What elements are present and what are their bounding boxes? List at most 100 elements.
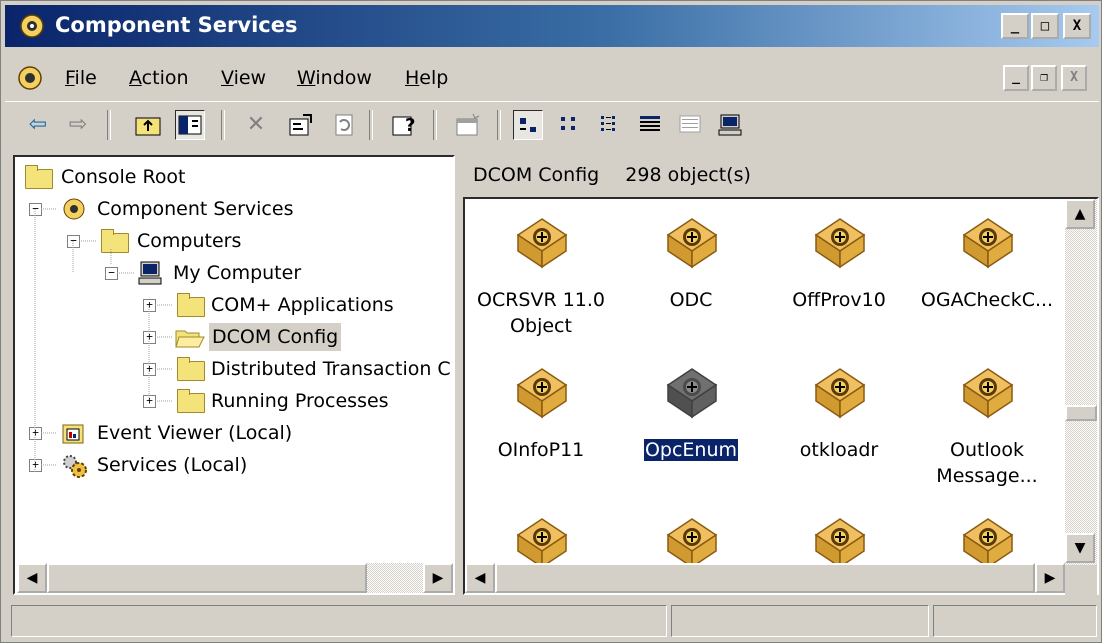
expand-icon[interactable]: + (29, 459, 42, 472)
tree-item-label: Distributed Transaction C (211, 358, 451, 380)
minimize-button[interactable]: _ (1001, 13, 1029, 39)
detail-view-icon[interactable] (635, 110, 665, 140)
refresh-icon[interactable] (329, 110, 359, 140)
up-folder-icon[interactable] (133, 110, 163, 140)
menu-window[interactable]: Window (297, 67, 372, 89)
dcom-object-label-text: ODC (669, 289, 713, 311)
menu-action[interactable]: Action (129, 67, 189, 89)
large-icons-view-icon[interactable] (513, 110, 543, 140)
mmc-system-icon[interactable] (17, 65, 43, 91)
list-view-icon[interactable] (595, 110, 625, 140)
window-title: Component Services (55, 13, 298, 37)
menu-help[interactable]: Help (405, 67, 448, 89)
dcom-object-label-text: OGACheckC... (920, 289, 1054, 311)
tree-horizontal-scrollbar[interactable]: ◀ ▶ (17, 563, 453, 593)
menu-bar: File Action View Window Help _ ❐ X (5, 57, 1099, 101)
component-package-icon (516, 218, 568, 269)
dcom-object-label-text: OInfoP11 (497, 439, 585, 461)
show-hide-tree-icon[interactable] (175, 110, 205, 140)
result-pane-header: DCOM Config 298 object(s) (459, 155, 1099, 195)
menu-file[interactable]: File (65, 67, 97, 89)
tree-item-label: Component Services (97, 198, 294, 220)
tree-item-label: Services (Local) (97, 454, 248, 476)
toolbar-separator (221, 110, 225, 140)
tree-item-label: My Computer (173, 262, 302, 284)
component-package-icon (516, 368, 568, 419)
services-icon (63, 455, 87, 478)
folder-icon (177, 389, 205, 413)
small-icons-view-icon[interactable] (555, 110, 585, 140)
dcom-object-label: otkloadr (769, 437, 909, 463)
toolbar: ⇦ ⇨ ✕ ? (5, 101, 1099, 148)
close-button[interactable]: X (1063, 13, 1091, 39)
tree-item-label: Computers (137, 230, 242, 252)
mdi-close-button[interactable]: X (1061, 65, 1087, 91)
status-view-icon[interactable] (675, 110, 705, 140)
dcom-object-label: OffProv10 (769, 287, 909, 313)
delete-icon[interactable]: ✕ (241, 110, 271, 140)
status-bar (5, 603, 1099, 641)
scroll-left-button[interactable]: ◀ (17, 563, 47, 593)
dcom-object-label: OCRSVR 11.0 Object (471, 287, 611, 339)
back-icon[interactable]: ⇦ (23, 110, 53, 140)
component-package-icon (516, 518, 568, 569)
expand-icon[interactable]: + (143, 331, 156, 344)
collapse-icon[interactable]: − (29, 203, 42, 216)
component-services-icon (63, 198, 85, 220)
expand-icon[interactable]: + (143, 299, 156, 312)
component-services-window: Component Services _ □ X File Action Vie… (0, 0, 1102, 643)
status-cell-main (11, 605, 667, 637)
status-cell-tertiary (933, 605, 1097, 637)
scroll-thumb[interactable] (495, 563, 1035, 593)
result-vertical-scrollbar[interactable]: ▲ ▼ (1065, 199, 1097, 565)
mdi-restore-button[interactable]: ❐ (1031, 65, 1057, 91)
toolbar-separator (433, 110, 437, 140)
toolbar-separator (107, 110, 111, 140)
component-package-icon (962, 368, 1014, 419)
collapse-icon[interactable]: − (105, 267, 118, 280)
object-count: 298 object(s) (625, 164, 751, 186)
console-tree[interactable]: Console Root − Component Services − Comp… (13, 155, 455, 595)
scroll-left-button[interactable]: ◀ (465, 563, 495, 593)
help-icon[interactable]: ? (389, 110, 419, 140)
properties-icon[interactable] (285, 110, 315, 140)
expand-icon[interactable]: + (143, 363, 156, 376)
dcom-object-label: OpcEnum (621, 437, 761, 463)
scroll-down-button[interactable]: ▼ (1065, 533, 1095, 563)
new-window-icon[interactable] (453, 110, 483, 140)
dcom-object-label: ODC (621, 287, 761, 313)
title-bar[interactable]: Component Services _ □ X (5, 5, 1099, 47)
event-viewer-icon (62, 424, 84, 444)
scroll-corner (1065, 565, 1097, 595)
folder-icon (177, 357, 205, 381)
dcom-object-label-text: otkloadr (799, 439, 879, 461)
expand-icon[interactable]: + (143, 395, 156, 408)
component-package-icon (666, 218, 718, 269)
menu-view[interactable]: View (221, 67, 266, 89)
scroll-right-button[interactable]: ▶ (1035, 563, 1065, 593)
maximize-button[interactable]: □ (1031, 13, 1059, 39)
result-pane-title: DCOM Config (473, 164, 600, 186)
scroll-thumb[interactable] (1065, 405, 1097, 421)
scroll-right-button[interactable]: ▶ (423, 563, 453, 593)
dcom-object-label: OGACheckC... (917, 287, 1057, 313)
computer-icon[interactable] (715, 110, 745, 140)
tree-item-label: Running Processes (211, 390, 389, 412)
status-cell-secondary (671, 605, 929, 637)
expand-icon[interactable]: + (29, 427, 42, 440)
scroll-up-button[interactable]: ▲ (1065, 199, 1095, 229)
result-horizontal-scrollbar[interactable]: ◀ ▶ (465, 563, 1065, 593)
tree-item-label: Event Viewer (Local) (97, 422, 293, 444)
dcom-object-label: Outlook Message... (917, 437, 1057, 489)
forward-icon[interactable]: ⇨ (63, 110, 93, 140)
disabled-component-icon (666, 368, 718, 419)
scroll-thumb[interactable] (47, 563, 367, 593)
component-services-icon (20, 14, 44, 38)
mdi-minimize-button[interactable]: _ (1003, 65, 1029, 91)
result-pane[interactable]: OCRSVR 11.0 Object ODC OffProv10 OGACheckC.… (463, 197, 1099, 595)
svg-text:?: ? (405, 115, 415, 136)
collapse-icon[interactable]: − (67, 235, 80, 248)
component-package-icon (814, 518, 866, 569)
dcom-object-label-text: OffProv10 (792, 289, 886, 311)
dcom-object-label-text: OpcEnum (642, 438, 740, 462)
